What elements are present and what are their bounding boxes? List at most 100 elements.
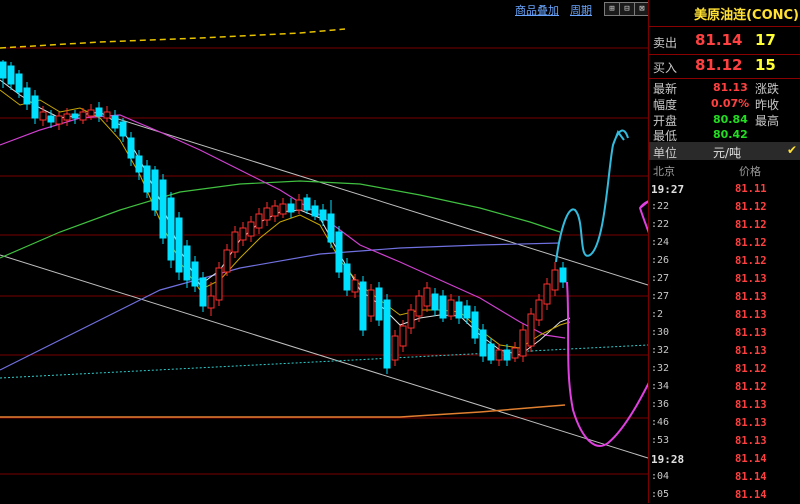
tick-time: :22 [651,201,670,212]
tick-row: 19:27 81.11 [649,180,800,198]
candlestick-chart[interactable] [0,0,648,503]
amplitude-label: 幅度 [653,98,678,112]
buy-price: 81.12 [695,56,743,74]
change-label: 涨跌 [755,82,780,96]
tick-price: 81.14 [735,453,767,465]
zoom-out-icon[interactable]: ⊟ [619,2,635,16]
candle-body [263,207,271,221]
check-icon[interactable]: ✔ [787,143,797,157]
candle-body [399,325,407,347]
candle-body [495,349,503,361]
tick-price: 81.12 [735,237,767,249]
sell-price: 81.14 [695,31,743,49]
tick-row: :24 81.12 [649,234,800,252]
candle-body [423,287,431,307]
tick-time: :24 [651,237,670,248]
tick-row: :34 81.12 [649,378,800,396]
zoom-in-icon[interactable]: ⊞ [604,2,620,16]
candle-body [319,209,327,221]
ma-magenta [0,114,566,339]
candle-body [255,213,263,229]
candle-body [31,95,39,119]
tick-time: :04 [651,471,670,482]
unit-row: 单位 元/吨 ✔ [649,142,800,160]
tick-time: :46 [651,417,670,428]
buy-label: 买入 [653,61,678,75]
column-price: 价格 [739,165,761,178]
tick-price: 81.13 [735,399,767,411]
tick-row: :32 81.13 [649,342,800,360]
tick-time: :32 [651,345,670,356]
candle-body [223,249,231,273]
unit-value: 元/吨 [713,146,742,160]
latest-label: 最新 [653,82,678,96]
candle-body [127,137,135,159]
tick-price: 81.14 [735,489,767,501]
candle-body [279,203,287,215]
unit-label: 单位 [653,146,678,160]
chart-area[interactable]: 商品叠加 周期 ⊞ ⊟ ⊠ [0,0,650,503]
candle-body [455,301,463,319]
sell-label: 卖出 [653,36,678,50]
candle-body [359,281,367,331]
tick-row: :32 81.12 [649,360,800,378]
candle-body [271,205,279,217]
annotation-cyan-arrow [555,129,629,263]
trend-channel [0,117,648,459]
tick-time: :2 [651,309,664,320]
tick-time: :30 [651,327,670,338]
tick-price: 81.13 [735,435,767,447]
column-place: 北京 [653,165,675,178]
candle-body [463,305,471,319]
tick-price: 81.13 [735,327,767,339]
candle-body [343,263,351,291]
candle-body [15,73,23,93]
tick-row: :26 81.12 [649,252,800,270]
tick-row: :27 81.13 [649,270,800,288]
candle-body [311,205,319,217]
candle-body [511,347,519,359]
candle-body [119,121,127,137]
candle-body [23,87,31,105]
tick-row: :27 81.13 [649,288,800,306]
tick-time: 19:27 [651,183,685,196]
candle-body [383,299,391,369]
tick-price: 81.11 [735,183,767,195]
candle-body [175,217,183,273]
amplitude-value: 0.07% [711,97,750,110]
candle-body [199,277,207,307]
low-value: 80.42 [713,128,748,141]
candle-body [407,309,415,329]
product-overlay-link[interactable]: 商品叠加 [515,2,559,18]
tick-row: :04 81.14 [649,468,800,486]
candle-body [431,293,439,311]
candle-body [247,221,255,237]
candle-body [367,289,375,317]
ma-white [0,79,571,356]
candle-body [63,113,71,121]
buy-volume: 15 [755,56,776,74]
candle-body [503,349,511,361]
ma-cyan-dotted [0,344,648,379]
candle-body [287,203,295,213]
tick-time: 19:28 [651,453,685,466]
period-link[interactable]: 周期 [570,2,592,18]
candle-body [135,155,143,173]
candle-body [47,115,55,123]
tick-row: :22 81.12 [649,216,800,234]
candle-body [215,267,223,301]
tick-row: :36 81.13 [649,396,800,414]
candle-body [391,335,399,361]
candle-body [183,245,191,281]
tick-time: :27 [651,291,670,302]
tick-row: :05 81.14 [649,486,800,504]
candle-body [471,311,479,339]
tick-price: 81.12 [735,219,767,231]
candle-body [327,213,335,243]
tick-time: :34 [651,381,670,392]
candle-body [415,295,423,317]
candle-body [79,111,87,121]
tick-time: :22 [651,219,670,230]
quote-panel: 美原油连(CONC) 卖出 81.14 17 买入 81.12 15 最新 81… [648,0,800,503]
tick-row: 19:28 81.14 [649,450,800,468]
